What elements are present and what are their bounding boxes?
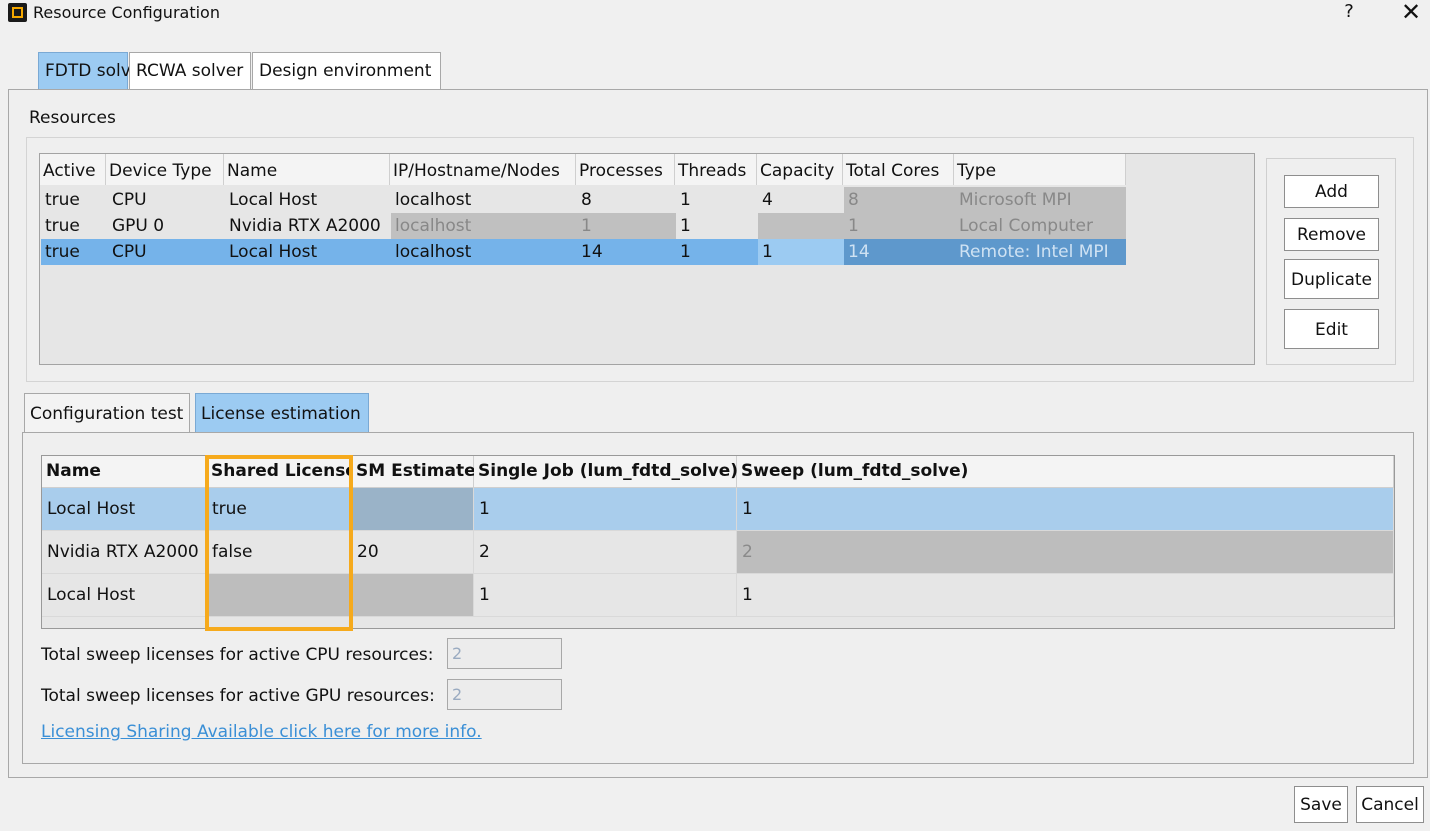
gpu-sweep-licenses-label: Total sweep licenses for active GPU reso… (41, 686, 435, 706)
cell-type: Local Computer (955, 213, 1126, 239)
cell-active: true (45, 242, 80, 262)
cell-device-type: CPU (112, 242, 147, 262)
cell-host: localhost (391, 213, 577, 239)
cell-name[interactable]: Local Host (42, 574, 207, 617)
cell-active: true (45, 216, 80, 236)
cell-threads: 1 (680, 216, 691, 236)
duplicate-button[interactable]: Duplicate (1284, 259, 1379, 299)
col-header-single-job[interactable]: Single Job (lum_fdtd_solve) (474, 456, 738, 488)
cell-capacity: 1 (758, 239, 844, 265)
table-row[interactable]: true GPU 0 Nvidia RTX A2000 localhost 1 … (41, 213, 1126, 239)
save-button[interactable]: Save (1294, 786, 1348, 823)
tab-rcwa-solver[interactable]: RCWA solver (129, 52, 251, 89)
cell-capacity: 4 (762, 190, 773, 210)
close-icon[interactable]: ✕ (1399, 0, 1423, 26)
table-row-selected[interactable]: true CPU Local Host localhost 14 1 1 14 … (41, 239, 1126, 265)
resources-table[interactable]: Active Device Type Name IP/Hostname/Node… (39, 153, 1255, 365)
col-header-sweep[interactable]: Sweep (lum_fdtd_solve) (737, 456, 1394, 488)
remove-button[interactable]: Remove (1284, 218, 1379, 251)
tab-license-estimation[interactable]: License estimation (195, 393, 369, 433)
cell-processes: 14 (581, 242, 603, 262)
cell-single-job[interactable]: 1 (474, 488, 737, 531)
license-sharing-info-link[interactable]: Licensing Sharing Available click here f… (41, 722, 482, 742)
gpu-sweep-licenses-field: 2 (447, 679, 562, 710)
tab-fdtd-solver[interactable]: FDTD solver (38, 52, 148, 89)
cell-processes: 8 (581, 190, 592, 210)
cell-single-job[interactable]: 2 (474, 531, 737, 574)
cell-name[interactable]: Local Host (42, 488, 207, 531)
cell-sweep[interactable]: 2 (737, 531, 1394, 574)
col-header-processes[interactable]: Processes (576, 154, 675, 185)
license-table[interactable]: Name Shared License SM Estimate Single J… (41, 455, 1395, 629)
col-header-name[interactable]: Name (224, 154, 390, 185)
window-title: Resource Configuration (33, 3, 220, 22)
edit-button[interactable]: Edit (1284, 309, 1379, 349)
cell-single-job[interactable]: 1 (474, 574, 737, 617)
cell-host: localhost (395, 242, 472, 262)
help-button[interactable]: ? (1340, 1, 1358, 22)
cell-shared-license[interactable]: true (207, 488, 352, 531)
cell-device-type: GPU 0 (112, 216, 165, 236)
col-header-shared-license[interactable]: Shared License (207, 456, 357, 488)
cell-sm-estimate[interactable] (352, 488, 474, 531)
cell-total-cores: 14 (844, 239, 955, 265)
cell-total-cores: 8 (844, 187, 955, 213)
cell-threads: 1 (680, 242, 691, 262)
cell-type: Remote: Intel MPI (955, 239, 1126, 265)
cell-processes: 1 (577, 213, 676, 239)
tab-configuration-test[interactable]: Configuration test (24, 393, 190, 433)
col-header-total-cores[interactable]: Total Cores (843, 154, 954, 185)
cell-sweep[interactable]: 1 (737, 574, 1394, 617)
cell-sm-estimate[interactable] (352, 574, 474, 617)
cell-shared-license[interactable]: false (207, 531, 352, 574)
col-header-type[interactable]: Type (954, 154, 1126, 185)
col-header-sm-estimate[interactable]: SM Estimate (352, 456, 476, 488)
cell-name: Local Host (229, 190, 318, 210)
cell-sm-estimate[interactable]: 20 (352, 531, 474, 574)
col-header-threads[interactable]: Threads (675, 154, 757, 185)
cell-capacity (758, 213, 844, 239)
col-header-capacity[interactable]: Capacity (757, 154, 843, 185)
cell-active: true (45, 190, 80, 210)
cell-sweep[interactable]: 1 (737, 488, 1394, 531)
col-header-active[interactable]: Active (40, 154, 106, 185)
cpu-sweep-licenses-label: Total sweep licenses for active CPU reso… (41, 645, 434, 665)
cancel-button[interactable]: Cancel (1356, 786, 1424, 823)
cell-name[interactable]: Nvidia RTX A2000 (42, 531, 207, 574)
resources-section-title: Resources (29, 108, 116, 128)
table-row[interactable]: true CPU Local Host localhost 8 1 4 8 Mi… (41, 187, 1126, 213)
cpu-sweep-licenses-field: 2 (447, 638, 562, 669)
cell-type: Microsoft MPI (955, 187, 1126, 213)
cell-device-type: CPU (112, 190, 147, 210)
add-button[interactable]: Add (1284, 175, 1379, 208)
cell-shared-license[interactable] (207, 574, 352, 617)
cell-name: Local Host (229, 242, 318, 262)
cell-threads: 1 (680, 190, 691, 210)
col-header-device-type[interactable]: Device Type (106, 154, 224, 185)
cell-name: Nvidia RTX A2000 (229, 216, 381, 236)
cell-host: localhost (395, 190, 472, 210)
tab-design-environment[interactable]: Design environment (252, 52, 441, 89)
col-header-name[interactable]: Name (42, 456, 207, 488)
col-header-ip-hostname[interactable]: IP/Hostname/Nodes (390, 154, 576, 185)
app-logo-icon (8, 3, 27, 22)
cell-total-cores: 1 (844, 213, 955, 239)
